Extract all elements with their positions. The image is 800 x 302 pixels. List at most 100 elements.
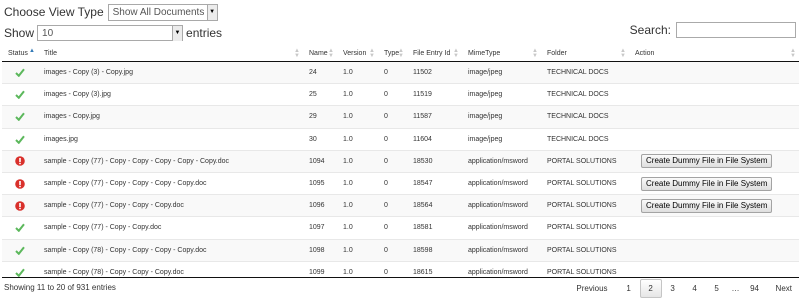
cell-action: Create Dummy File in File System [629,149,799,173]
cell-folder: TECHNICAL DOCS [541,60,629,84]
length-control: Show 10 ▼ entries [4,24,222,42]
error-icon [2,156,38,167]
column-header-action[interactable]: Action ▲ ▼ [629,46,799,62]
cell-name: 1096 [303,194,337,217]
create-dummy-file-button[interactable]: Create Dummy File in File System [641,176,773,191]
pagination-page[interactable]: 3 [662,284,684,293]
sort-ascending-icon: ▲ [29,48,35,54]
dropdown-arrow-icon[interactable]: ▼ [172,25,183,41]
pagination-next[interactable]: Next [766,284,800,293]
column-header-folder[interactable]: Folder ▲ ▼ [541,46,629,62]
documents-table: Status ▲ Title ▲ ▼ Name ▲ ▼ Version ▲ ▼ Type ▲ ▼ … [2,46,799,283]
status-cell [2,149,38,173]
cell-folder: TECHNICAL DOCS [541,127,629,151]
cell-version: 1.0 [337,260,378,283]
cell-title: images.jpg [38,127,303,151]
cell-mime: application/msword [462,216,541,239]
cell-mime: application/msword [462,171,541,195]
column-header-version[interactable]: Version ▲ ▼ [337,46,378,62]
create-dummy-file-button[interactable]: Create Dummy File in File System [641,154,773,169]
cell-type: 0 [378,260,407,283]
cell-title: sample - Copy (78) - Copy - Copy - Copy … [38,238,303,262]
table-row[interactable]: sample - Copy (77) - Copy - Copy.doc 1097… [2,216,799,239]
cell-folder: PORTAL SOLUTIONS [541,194,629,217]
cell-folder: PORTAL SOLUTIONS [541,238,629,262]
cell-type: 0 [378,238,407,262]
table-row[interactable]: images - Copy (3).jpg 25 1.0 0 11519 image/jp… [2,83,799,106]
cell-file-entry-id: 18581 [407,216,462,239]
table-row[interactable]: sample - Copy (78) - Copy - Copy - Copy … [2,238,799,262]
cell-mime: image/jpeg [462,127,541,151]
check-icon [2,268,38,277]
cell-action [629,127,799,151]
cell-type: 0 [378,171,407,195]
cell-action [629,105,799,129]
pagination-previous[interactable]: Previous [566,284,617,293]
sort-icon: ▲ ▼ [328,48,334,59]
cell-name: 1099 [303,260,337,283]
table-row[interactable]: images.jpg 30 1.0 0 11604 image/jpeg TECHNICAL… [2,127,799,151]
table-row[interactable]: sample - Copy (77) - Copy - Copy - Copy … [2,171,799,195]
pagination-page[interactable]: 1 [618,284,640,293]
cell-mime: application/msword [462,260,541,283]
status-cell [2,238,38,262]
pagination-page[interactable]: 4 [684,284,706,293]
cell-file-entry-id: 11587 [407,105,462,129]
cell-folder: TECHNICAL DOCS [541,83,629,106]
entries-length-select[interactable]: 10 ▼ [37,25,184,41]
cell-name: 30 [303,127,337,151]
pagination-page[interactable]: 5 [706,284,728,293]
pagination-page-last[interactable]: 94 [744,284,766,293]
cell-file-entry-id: 11502 [407,60,462,84]
view-type-bar: Choose View Type Show All Documents ▼ [4,3,218,21]
cell-mime: image/jpeg [462,83,541,106]
table-row[interactable]: images - Copy.jpg 29 1.0 0 11587 image/jpeg TE… [2,105,799,129]
cell-type: 0 [378,83,407,106]
column-header-title[interactable]: Title ▲ ▼ [38,46,303,62]
cell-name: 1098 [303,238,337,262]
search-input[interactable] [676,22,796,38]
status-cell [2,260,38,283]
pagination-pages: 12345 [618,279,728,298]
create-dummy-file-button[interactable]: Create Dummy File in File System [641,198,773,213]
table-row[interactable]: sample - Copy (77) - Copy - Copy - Copy.… [2,194,799,217]
table-row[interactable]: sample - Copy (77) - Copy - Copy - Copy … [2,149,799,173]
cell-version: 1.0 [337,83,378,106]
column-header-status[interactable]: Status ▲ [2,46,38,62]
cell-mime: image/jpeg [462,60,541,84]
cell-action [629,60,799,84]
cell-version: 1.0 [337,149,378,173]
cell-action: Create Dummy File in File System [629,171,799,195]
cell-file-entry-id: 18598 [407,238,462,262]
cell-file-entry-id: 11604 [407,127,462,151]
sort-icon: ▲ ▼ [620,48,626,59]
cell-action [629,216,799,239]
pagination-page[interactable]: 2 [639,279,662,298]
show-label: Show [4,26,35,40]
check-icon [2,112,38,122]
cell-type: 0 [378,216,407,239]
cell-name: 25 [303,83,337,106]
cell-title: sample - Copy (77) - Copy - Copy - Copy … [38,149,303,173]
table-row[interactable]: images - Copy (3) - Copy.jpg 24 1.0 0 11502 i… [2,60,799,84]
cell-title: sample - Copy (77) - Copy - Copy.doc [38,216,303,239]
cell-folder: PORTAL SOLUTIONS [541,216,629,239]
cell-version: 1.0 [337,216,378,239]
sort-icon: ▲ ▼ [398,48,404,59]
entries-length-value: 10 [42,27,54,39]
view-type-select[interactable]: Show All Documents ▼ [107,3,218,21]
cell-folder: PORTAL SOLUTIONS [541,149,629,173]
entries-label: entries [186,26,223,40]
status-cell [2,127,38,151]
column-header-type[interactable]: Type ▲ ▼ [378,46,407,62]
cell-type: 0 [378,194,407,217]
cell-name: 1097 [303,216,337,239]
column-header-mimetype[interactable]: MimeType ▲ ▼ [462,46,541,62]
dropdown-arrow-icon[interactable]: ▼ [206,4,217,20]
column-header-file-entry-id[interactable]: File Entry Id ▲ ▼ [407,46,462,62]
column-header-name[interactable]: Name ▲ ▼ [303,46,337,62]
table-bottom-border [2,277,799,278]
error-icon [2,178,38,189]
cell-title: images - Copy.jpg [38,105,303,129]
cell-mime: image/jpeg [462,105,541,129]
